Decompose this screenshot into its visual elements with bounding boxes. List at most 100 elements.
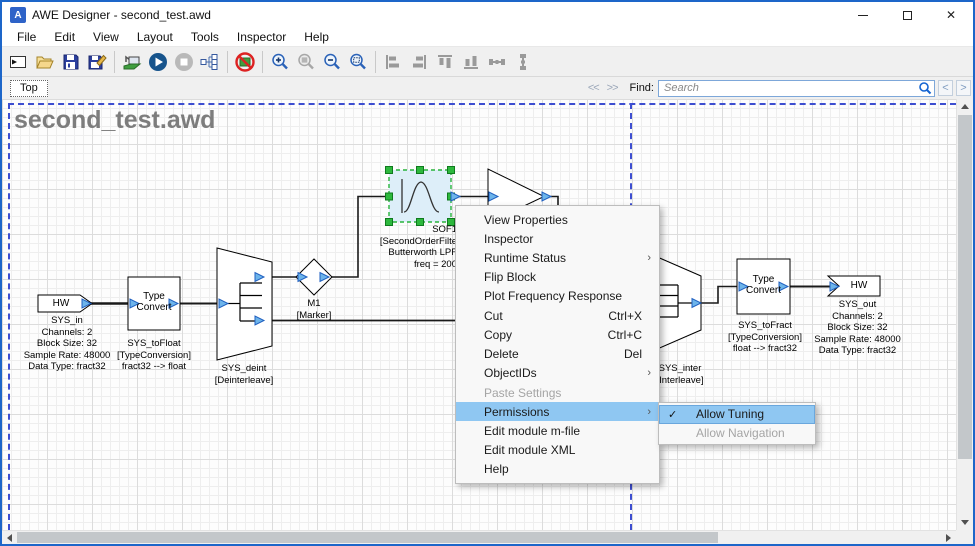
scroll-right-button[interactable] (941, 531, 956, 544)
menu-item-cut[interactable]: Cut Ctrl+X (456, 306, 659, 325)
menu-item-label: Permissions (484, 405, 549, 419)
caption-line: Block Size: 32 (805, 322, 910, 334)
menu-item-label: Help (484, 462, 509, 476)
vertical-scrollbar[interactable] (956, 99, 973, 530)
sys-in-caption: SYS_in Channels: 2 Block Size: 32 Sample… (17, 315, 117, 373)
stop-button[interactable] (171, 49, 197, 75)
horizontal-scrollbar[interactable] (2, 530, 956, 544)
menu-item-label: View Properties (484, 213, 568, 227)
history-back-button[interactable]: << (584, 81, 603, 95)
submenu-arrow-icon: › (647, 406, 651, 418)
caption-line: Channels: 2 (805, 311, 910, 323)
left-arrow-icon (7, 534, 12, 542)
find-next-button[interactable]: > (956, 80, 971, 96)
menu-file[interactable]: File (8, 28, 45, 46)
scroll-left-button[interactable] (2, 531, 17, 544)
caption-line: Sample Rate: 48000 (17, 350, 117, 362)
menu-item-view-properties[interactable]: View Properties (456, 210, 659, 229)
open-file-button[interactable] (32, 49, 58, 75)
maximize-button[interactable] (885, 2, 929, 28)
scroll-up-button[interactable] (957, 99, 973, 114)
caption-line: Channels: 2 (17, 327, 117, 339)
caption-line: [TypeConversion] (106, 350, 202, 362)
distribute-vertical-button[interactable] (510, 49, 536, 75)
menu-bar: File Edit View Layout Tools Inspector He… (2, 28, 973, 47)
caption-line: Butterworth LPF (342, 247, 457, 259)
menu-inspector[interactable]: Inspector (228, 28, 295, 46)
distribute-horizontal-button[interactable] (484, 49, 510, 75)
menu-edit[interactable]: Edit (45, 28, 84, 46)
menu-layout[interactable]: Layout (128, 28, 182, 46)
menu-shortcut: Ctrl+X (608, 309, 642, 323)
search-input[interactable] (658, 80, 935, 97)
m1-caption: M1 [Marker] (274, 298, 354, 321)
label-line: Type (130, 291, 178, 302)
menu-item-label: Cut (484, 309, 503, 323)
zoom-normal-button[interactable] (293, 49, 319, 75)
save-as-button[interactable] (84, 49, 110, 75)
no-hardware-button[interactable] (232, 49, 258, 75)
app-window: A AWE Designer - second_test.awd ✕ File … (0, 0, 975, 546)
zoom-out-button[interactable] (319, 49, 345, 75)
menu-item-copy[interactable]: CopyCtrl+C (456, 325, 659, 344)
caption-line: Block Size: 32 (17, 338, 117, 350)
design-canvas[interactable]: second_test.awd (2, 99, 956, 530)
zoom-in-button[interactable] (267, 49, 293, 75)
tab-top[interactable]: Top (10, 80, 48, 97)
save-button[interactable] (58, 49, 84, 75)
menu-item-inspector[interactable]: Inspector (456, 229, 659, 248)
align-bottom-button[interactable] (458, 49, 484, 75)
menu-item-label: ObjectIDs (484, 366, 537, 380)
propagate-changes-button[interactable] (197, 49, 223, 75)
menu-item-objectids[interactable]: ObjectIDs› (456, 364, 659, 383)
caption-line: Data Type: fract32 (805, 345, 910, 357)
sys-tofract-label: Type Convert (739, 274, 788, 296)
search-box (658, 80, 935, 97)
close-button[interactable]: ✕ (929, 2, 973, 28)
menu-tools[interactable]: Tools (182, 28, 228, 46)
menu-item-label: Edit module XML (484, 443, 575, 457)
sys-deint-caption: SYS_deint [Deinterleave] (196, 363, 292, 386)
menu-item-label: Plot Frequency Response (484, 289, 622, 303)
caption-line: SYS_toFract (715, 320, 815, 332)
menu-item-help[interactable]: Help (456, 460, 659, 479)
context-menu: View Properties Inspector Runtime Status… (455, 205, 660, 484)
caption-line: Data Type: fract32 (17, 361, 117, 373)
zoom-region-button[interactable] (345, 49, 371, 75)
scroll-down-button[interactable] (957, 515, 973, 530)
block-sof1[interactable] (389, 170, 451, 222)
caption-line: [TypeConversion] (715, 332, 815, 344)
submenu-item-allow-tuning[interactable]: ✓ Allow Tuning (659, 405, 815, 424)
find-previous-button[interactable]: < (938, 80, 953, 96)
vertical-scrollbar-thumb[interactable] (958, 115, 972, 459)
align-right-button[interactable] (406, 49, 432, 75)
scrollbar-corner (956, 530, 973, 544)
toolbar-separator (114, 51, 115, 73)
align-left-button[interactable] (380, 49, 406, 75)
play-button[interactable] (145, 49, 171, 75)
menu-item-runtime-status[interactable]: Runtime Status› (456, 248, 659, 267)
submenu-arrow-icon: › (647, 252, 651, 264)
horizontal-scrollbar-thumb[interactable] (17, 532, 718, 543)
caption-line: Sample Rate: 48000 (805, 334, 910, 346)
sys-tofloat-label: Type Convert (130, 291, 178, 313)
caption-line: SYS_in (17, 315, 117, 327)
menu-item-edit-module-m-file[interactable]: Edit module m-file (456, 421, 659, 440)
menu-item-edit-module-xml[interactable]: Edit module XML (456, 441, 659, 460)
new-design-button[interactable] (6, 49, 32, 75)
menu-item-plot-frequency-response[interactable]: Plot Frequency Response (456, 287, 659, 306)
sys-out-caption: SYS_out Channels: 2 Block Size: 32 Sampl… (805, 299, 910, 357)
menu-item-flip-block[interactable]: Flip Block (456, 268, 659, 287)
minimize-button[interactable] (841, 2, 885, 28)
build-target-button[interactable] (119, 49, 145, 75)
menu-item-delete[interactable]: DeleteDel (456, 345, 659, 364)
menu-shortcut: Del (624, 347, 642, 361)
history-forward-button[interactable]: >> (603, 81, 622, 95)
menu-view[interactable]: View (84, 28, 128, 46)
maximize-icon (903, 11, 912, 20)
menu-help[interactable]: Help (295, 28, 338, 46)
label-line: Type (739, 274, 788, 285)
caption-line: fract32 --> float (106, 361, 202, 373)
menu-item-permissions[interactable]: Permissions › (456, 402, 659, 421)
align-top-button[interactable] (432, 49, 458, 75)
